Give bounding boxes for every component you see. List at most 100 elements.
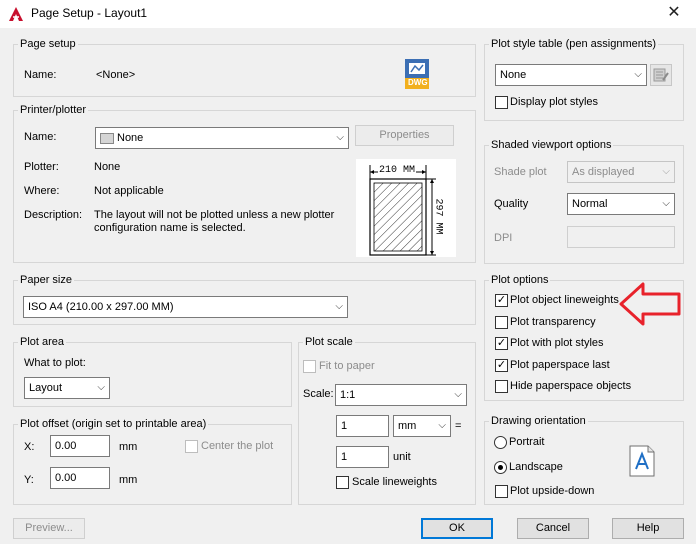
offset-x-unit: mm	[119, 441, 138, 453]
plot-transparency-checkbox[interactable]	[495, 316, 508, 329]
scale-value: 1:1	[340, 389, 356, 401]
close-icon[interactable]: ✕	[662, 3, 686, 23]
printer-name-value: None	[117, 132, 144, 144]
offset-x-label: X:	[24, 441, 35, 453]
dwg-icon-label: DWG	[408, 78, 428, 87]
center-plot-label: Center the plot	[201, 440, 274, 452]
help-button[interactable]: Help	[612, 518, 684, 539]
page-setup-name-label: Name:	[24, 69, 57, 81]
edit-plot-style-button[interactable]	[650, 64, 672, 86]
scale-drawing-units-input[interactable]: 1	[336, 446, 389, 468]
ok-button[interactable]: OK	[421, 518, 493, 539]
offset-x-input[interactable]: 0.00	[50, 435, 110, 457]
scale-lineweights-label: Scale lineweights	[352, 476, 437, 488]
paper-size-value: ISO A4 (210.00 x 297.00 MM)	[28, 301, 174, 313]
paper-size-select[interactable]: ISO A4 (210.00 x 297.00 MM) ⌵	[23, 296, 348, 318]
where-label: Where:	[24, 185, 60, 197]
preview-button[interactable]: Preview...	[13, 518, 85, 539]
scale-unit-text: unit	[393, 451, 411, 463]
hide-paperspace-objects-checkbox[interactable]	[495, 380, 508, 393]
plot-area-legend: Plot area	[20, 336, 65, 348]
printer-name-select[interactable]: None ⌵	[95, 127, 349, 149]
plot-style-select[interactable]: None ⌵	[495, 64, 647, 86]
plot-upside-down-label: Plot upside-down	[510, 485, 595, 497]
quality-value: Normal	[572, 198, 608, 210]
shade-plot-select[interactable]: As displayed ⌵	[567, 161, 675, 183]
chevron-down-icon: ⌵	[634, 69, 642, 80]
chevron-down-icon: ⌵	[97, 382, 105, 393]
plot-style-value: None	[500, 69, 527, 81]
printer-icon	[100, 132, 114, 144]
page-setup-legend: Page setup	[20, 38, 76, 50]
center-plot-checkbox[interactable]	[185, 440, 198, 453]
scale-unit-select[interactable]: mm ⌵	[393, 415, 451, 437]
dpi-label: DPI	[494, 232, 513, 244]
description-line-2: configuration name is selected.	[94, 222, 246, 234]
chevron-down-icon: ⌵	[662, 198, 670, 209]
chevron-down-icon: ⌵	[662, 166, 670, 177]
what-to-plot-select[interactable]: Layout ⌵	[24, 377, 110, 399]
fit-to-paper-label: Fit to paper	[319, 360, 375, 372]
chevron-down-icon: ⌵	[454, 389, 462, 400]
scale-select[interactable]: 1:1 ⌵	[335, 384, 467, 406]
drawing-orientation-legend: Drawing orientation	[491, 415, 586, 427]
scale-label: Scale:	[303, 388, 334, 400]
display-plot-styles-checkbox[interactable]	[495, 96, 508, 109]
plot-paperspace-last-checkbox[interactable]: ✓	[495, 359, 508, 372]
description-line-1: The layout will not be plotted unless a …	[94, 209, 335, 221]
description-label: Description:	[24, 209, 83, 221]
quality-label: Quality	[494, 198, 529, 210]
paper-preview: 210 MM 297 MM	[356, 159, 456, 257]
dpi-input[interactable]	[567, 226, 675, 248]
printer-name-label: Name:	[24, 131, 57, 143]
plot-offset-group: Plot offset (origin set to printable are…	[13, 418, 292, 505]
plot-offset-legend: Plot offset (origin set to printable are…	[20, 418, 207, 430]
offset-y-label: Y:	[24, 474, 34, 486]
plot-with-plot-styles-checkbox[interactable]: ✓	[495, 337, 508, 350]
display-plot-styles-label: Display plot styles	[510, 96, 599, 108]
fit-to-paper-checkbox[interactable]	[303, 360, 316, 373]
autocad-logo-icon	[8, 6, 24, 22]
shade-plot-value: As displayed	[572, 166, 635, 178]
scale-lineweights-checkbox[interactable]	[336, 476, 349, 489]
chevron-down-icon: ⌵	[438, 420, 446, 431]
offset-y-unit: mm	[119, 474, 138, 486]
window-title: Page Setup - Layout1	[31, 6, 148, 20]
chevron-down-icon: ⌵	[335, 301, 343, 312]
dwg-file-icon: DWG	[403, 58, 431, 90]
hide-paperspace-objects-label: Hide paperspace objects	[510, 380, 632, 392]
scale-unit-value: mm	[398, 420, 417, 432]
plot-options-legend: Plot options	[491, 274, 549, 286]
paper-size-legend: Paper size	[20, 274, 72, 286]
scale-paper-units-input[interactable]: 1	[336, 415, 389, 437]
plot-upside-down-checkbox[interactable]	[495, 485, 508, 498]
plot-transparency-label: Plot transparency	[510, 316, 596, 328]
portrait-radio[interactable]	[494, 436, 507, 449]
portrait-label: Portrait	[509, 436, 545, 448]
plot-object-lineweights-label: Plot object lineweights	[510, 294, 619, 306]
preview-height-label: 297 MM	[432, 198, 444, 235]
landscape-radio[interactable]	[494, 461, 507, 474]
table-edit-icon	[653, 68, 669, 82]
preview-width-label: 210 MM	[378, 165, 417, 176]
page-setup-name-value: <None>	[96, 69, 136, 81]
plot-object-lineweights-checkbox[interactable]: ✓	[495, 294, 508, 307]
plot-scale-legend: Plot scale	[305, 336, 353, 348]
shade-plot-label: Shade plot	[494, 166, 547, 178]
plot-paperspace-last-label: Plot paperspace last	[510, 359, 610, 371]
where-value: Not applicable	[94, 185, 164, 197]
landscape-label: Landscape	[509, 461, 563, 473]
plot-style-table-legend: Plot style table (pen assignments)	[491, 38, 657, 50]
shaded-viewport-legend: Shaded viewport options	[491, 139, 612, 151]
orientation-preview-icon	[628, 445, 656, 477]
what-to-plot-label: What to plot:	[24, 357, 86, 369]
quality-select[interactable]: Normal ⌵	[567, 193, 675, 215]
properties-button[interactable]: Properties	[355, 125, 454, 146]
scale-equals-sign: =	[455, 420, 462, 432]
cancel-button[interactable]: Cancel	[517, 518, 589, 539]
offset-y-input[interactable]: 0.00	[50, 467, 110, 489]
plotter-value: None	[94, 161, 121, 173]
printer-plotter-legend: Printer/plotter	[20, 104, 87, 116]
plot-with-plot-styles-label: Plot with plot styles	[510, 337, 604, 349]
plotter-label: Plotter:	[24, 161, 59, 173]
